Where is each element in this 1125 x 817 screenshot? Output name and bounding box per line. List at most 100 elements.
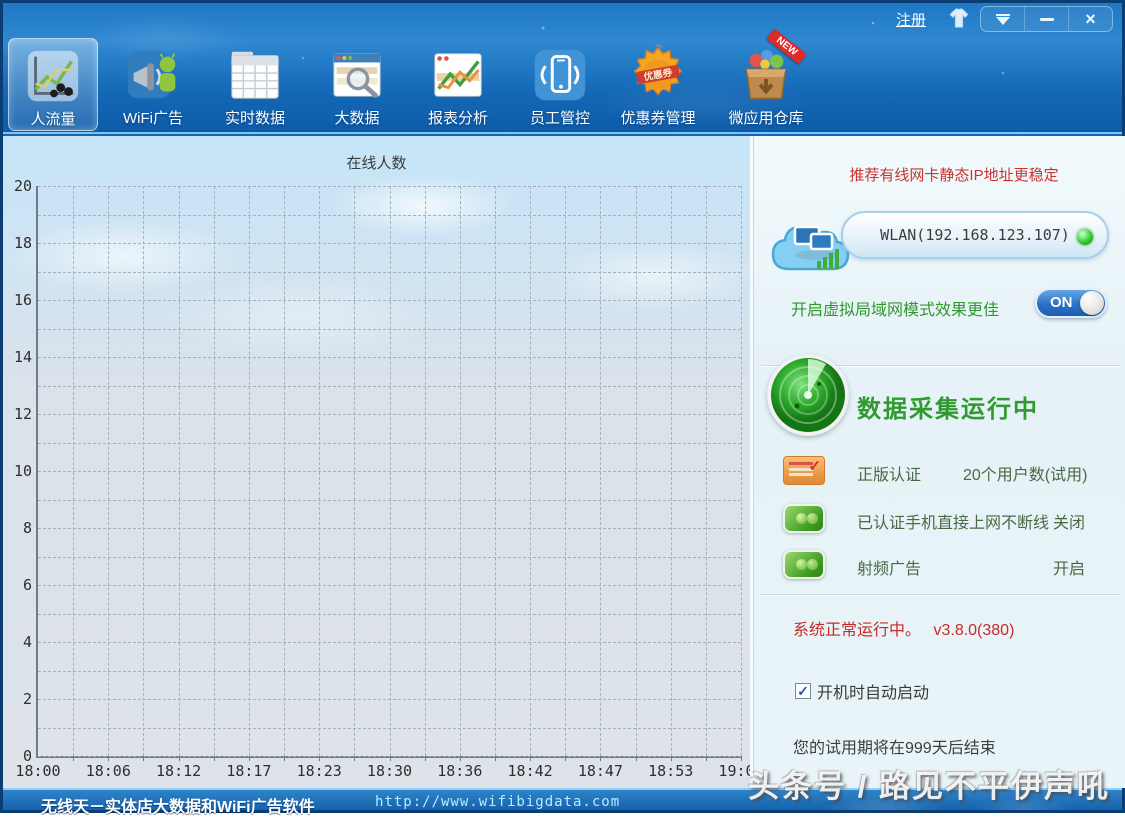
certificate-check-icon: ✓ xyxy=(808,457,821,475)
gridline-vertical xyxy=(706,186,707,756)
register-link[interactable]: 注册 xyxy=(896,9,926,30)
green-toggle-icon[interactable] xyxy=(783,550,825,579)
gridline-vertical xyxy=(179,186,180,756)
app-url-link[interactable]: http://www.wifibigdata.com xyxy=(375,794,620,810)
chevron-bar-icon xyxy=(996,14,1010,16)
x-axis-tick-label: 18:42 xyxy=(498,762,562,780)
visitor-flow-icon xyxy=(22,45,84,107)
toggle-dot xyxy=(796,559,807,570)
x-axis-tickmark xyxy=(495,756,496,761)
x-axis-tick-label: 18:12 xyxy=(147,762,211,780)
tab-wifi-ads[interactable]: WiFi广告 xyxy=(108,38,198,131)
auth-phone-row: 已认证手机直接上网不断线 关闭 xyxy=(753,504,1125,538)
gridline-vertical xyxy=(425,186,426,756)
online-users-plot: 0246810121416182018:0018:0618:1218:1718:… xyxy=(36,186,741,758)
x-axis-tickmark xyxy=(636,756,637,761)
gridline-vertical xyxy=(319,186,320,756)
trial-period-text: 您的试用期将在999天后结束 xyxy=(793,734,996,758)
tab-label: 优惠券管理 xyxy=(608,107,708,128)
tab-visitor-flow[interactable]: 人流量 xyxy=(8,38,98,131)
license-label: 正版认证 xyxy=(857,461,921,485)
license-value: 20个用户数(试用) xyxy=(963,461,1087,485)
gridline-vertical xyxy=(390,186,391,756)
y-axis-tick-label: 4 xyxy=(0,633,32,651)
close-button[interactable]: × xyxy=(1068,7,1112,31)
y-axis-tick-label: 2 xyxy=(0,690,32,708)
autostart-checkbox[interactable]: ✓ xyxy=(795,683,811,699)
radar-icon xyxy=(767,354,849,436)
gridline-vertical xyxy=(143,186,144,756)
x-axis-tickmark xyxy=(600,756,601,761)
gridline-vertical xyxy=(73,186,74,756)
x-axis-tickmark xyxy=(671,756,672,761)
tab-micro-app-store[interactable]: NEW 微应用仓库 xyxy=(716,38,816,131)
report-analysis-icon xyxy=(427,44,489,106)
x-axis-tickmark xyxy=(565,756,566,761)
wlan-adapter-label: WLAN(192.168.123.107) xyxy=(843,213,1107,257)
tab-realtime-data[interactable]: 实时数据 xyxy=(210,38,300,131)
y-axis-tick-label: 16 xyxy=(0,291,32,309)
y-axis-tick-label: 14 xyxy=(0,348,32,366)
window-chrome: 注册 × xyxy=(3,3,1122,134)
gridline-vertical xyxy=(354,186,355,756)
rf-ads-row: 射频广告 开启 xyxy=(753,550,1125,584)
x-axis-tickmark xyxy=(354,756,355,761)
menu-chevron-button[interactable] xyxy=(981,7,1024,31)
x-axis-tickmark xyxy=(143,756,144,761)
y-axis-tick-label: 20 xyxy=(0,177,32,195)
x-axis-tick-label: 18:47 xyxy=(568,762,632,780)
tab-label: 报表分析 xyxy=(413,107,503,128)
tab-label: 实时数据 xyxy=(210,107,300,128)
x-axis-tickmark xyxy=(319,756,320,761)
autostart-label: 开机时自动启动 xyxy=(817,679,929,703)
y-axis-tick-label: 6 xyxy=(0,576,32,594)
vlan-mode-label: 开启虚拟局域网模式效果更佳 xyxy=(791,296,999,320)
minimize-button[interactable] xyxy=(1024,7,1068,31)
coupon-icon: 优惠券 xyxy=(627,44,689,106)
minimize-icon xyxy=(1040,18,1054,21)
realtime-data-icon xyxy=(224,44,286,106)
gridline-vertical xyxy=(741,186,742,756)
tab-big-data[interactable]: 大数据 xyxy=(312,38,402,131)
divider xyxy=(761,594,1120,596)
collect-status-title: 数据采集运行中 xyxy=(857,389,1039,424)
auth-phone-value[interactable]: 关闭 xyxy=(1053,509,1085,533)
license-row: ✓ 正版认证 20个用户数(试用) xyxy=(753,456,1125,490)
x-axis-tick-label: 18:53 xyxy=(639,762,703,780)
tab-report-analysis[interactable]: 报表分析 xyxy=(413,38,503,131)
tab-label: WiFi广告 xyxy=(108,107,198,128)
staff-control-icon xyxy=(529,44,591,106)
gridline-vertical xyxy=(108,186,109,756)
x-axis-tickmark xyxy=(249,756,250,761)
rf-ads-value[interactable]: 开启 xyxy=(1053,555,1085,579)
system-status-text: 系统正常运行中。 xyxy=(793,622,921,639)
tab-label: 人流量 xyxy=(9,108,97,129)
tab-label: 微应用仓库 xyxy=(716,107,816,128)
tab-label: 大数据 xyxy=(312,107,402,128)
x-axis-tickmark xyxy=(108,756,109,761)
x-axis-tickmark xyxy=(530,756,531,761)
gridline-vertical xyxy=(530,186,531,756)
y-axis-tick-label: 18 xyxy=(0,234,32,252)
x-axis-tickmark xyxy=(460,756,461,761)
green-toggle-icon[interactable] xyxy=(783,504,825,533)
certificate-icon: ✓ xyxy=(783,456,825,485)
autostart-row[interactable]: ✓ 开机时自动启动 xyxy=(795,679,929,703)
x-axis-tickmark xyxy=(214,756,215,761)
x-axis-tick-label: 18:17 xyxy=(217,762,281,780)
vlan-toggle[interactable]: ON xyxy=(1035,288,1107,318)
tab-coupon-management[interactable]: 优惠券 优惠券管理 xyxy=(608,38,708,131)
toggle-dot xyxy=(807,559,818,570)
tab-staff-control[interactable]: 员工管控 xyxy=(515,38,605,131)
version-text: v3.8.0(380) xyxy=(933,622,1014,639)
wifi-ads-icon xyxy=(122,44,184,106)
status-panel: 推荐有线网卡静态IP地址更稳定 WLAN(192.168.123.107) 开启… xyxy=(750,136,1125,788)
skin-shirt-icon[interactable] xyxy=(947,7,971,31)
status-led-icon xyxy=(1077,229,1093,245)
x-axis-tickmark xyxy=(73,756,74,761)
big-data-icon xyxy=(326,44,388,106)
gridline-vertical xyxy=(565,186,566,756)
wlan-adapter-button[interactable]: WLAN(192.168.123.107) xyxy=(841,211,1109,259)
gridline-vertical xyxy=(249,186,250,756)
x-axis-tick-label: 18:30 xyxy=(358,762,422,780)
